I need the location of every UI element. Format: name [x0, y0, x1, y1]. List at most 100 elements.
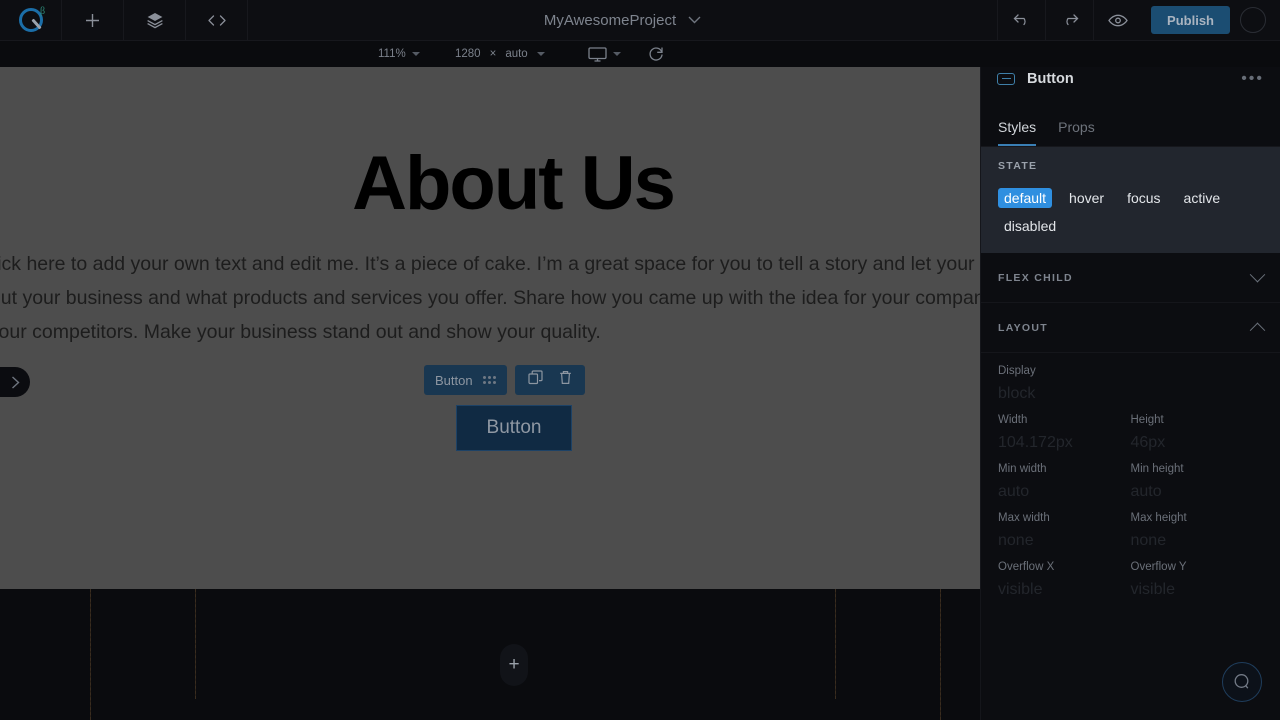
field-value: 46px	[1130, 434, 1166, 451]
state-chip-active[interactable]: active	[1178, 188, 1227, 208]
field-value: auto	[998, 483, 1030, 500]
state-chip-hover[interactable]: hover	[1063, 188, 1110, 208]
refresh-icon	[649, 47, 663, 61]
tab-styles[interactable]: Styles	[998, 119, 1037, 146]
field-display[interactable]: Display block	[998, 365, 1263, 403]
field-label: Min height	[1130, 463, 1184, 475]
layers-button[interactable]	[124, 0, 186, 41]
field-overflow-y[interactable]: Overflow Y visible	[1131, 561, 1264, 599]
add-section-button[interactable]: +	[500, 644, 528, 686]
inspector-panel: Button ••• Styles Props STATE default ho…	[980, 55, 1280, 720]
beta-badge: β	[40, 5, 46, 17]
undo-button[interactable]	[997, 0, 1045, 41]
canvas-width-value: 1280	[455, 48, 481, 60]
redo-button[interactable]	[1045, 0, 1093, 41]
user-avatar[interactable]	[1240, 7, 1266, 33]
zoom-value: 111%	[378, 48, 406, 60]
layers-icon	[146, 13, 163, 29]
field-value: visible	[998, 581, 1043, 598]
canvas-height-value: auto	[505, 48, 528, 60]
section-guide-line	[835, 589, 836, 699]
app-logo-icon	[18, 8, 43, 32]
field-label: Max height	[1130, 512, 1187, 524]
preview-button[interactable]	[1093, 0, 1141, 41]
project-title-area[interactable]: MyAwesomeProject	[248, 12, 997, 29]
help-button[interactable]	[1222, 662, 1262, 702]
field-overflow-x[interactable]: Overflow X visible	[998, 561, 1131, 599]
field-min-height[interactable]: Min height auto	[1131, 463, 1264, 501]
layout-fields: Display block Width 104.172px Height 46p…	[981, 353, 1280, 599]
section-layout-label: LAYOUT	[998, 321, 1048, 334]
top-toolbar: β MyAwesomeProject Publish	[0, 0, 1280, 41]
plus-icon	[86, 13, 99, 27]
field-label: Min width	[998, 463, 1047, 475]
chevron-up-icon	[1249, 322, 1266, 339]
inspector-title: Button	[1027, 70, 1074, 87]
field-value: block	[998, 385, 1036, 402]
field-max-height[interactable]: Max height none	[1131, 512, 1264, 550]
field-label: Display	[998, 365, 1036, 377]
field-height[interactable]: Height 46px	[1131, 414, 1264, 452]
button-element-icon	[997, 72, 1015, 85]
device-selector[interactable]	[588, 46, 621, 62]
state-chip-default[interactable]: default	[998, 188, 1053, 208]
zoom-control[interactable]: 111%	[378, 48, 420, 60]
refresh-canvas-button[interactable]	[648, 46, 664, 62]
open-left-panel-button[interactable]	[0, 367, 30, 397]
inspector-tabs: Styles Props	[981, 102, 1280, 147]
publish-button[interactable]: Publish	[1151, 6, 1230, 34]
eye-icon	[1107, 14, 1128, 26]
section-guide-line	[195, 589, 196, 699]
field-label: Width	[998, 414, 1028, 426]
canvas-size-control[interactable]: 1280 × auto	[455, 48, 545, 60]
field-max-width[interactable]: Max width none	[998, 512, 1131, 550]
field-value: auto	[1130, 483, 1162, 500]
element-name-label: Button	[435, 372, 473, 388]
dimension-separator: ×	[489, 48, 497, 60]
chevron-down-icon	[688, 16, 701, 24]
project-title: MyAwesomeProject	[543, 11, 677, 29]
help-chat-icon	[1234, 674, 1249, 689]
trash-icon	[559, 371, 571, 384]
field-label: Max width	[998, 512, 1050, 524]
section-guide-line	[940, 589, 941, 720]
page-heading[interactable]: About Us	[0, 140, 1026, 227]
chevron-down-icon	[411, 52, 420, 56]
code-view-button[interactable]	[186, 0, 248, 41]
section-guide-line	[90, 589, 91, 720]
state-chip-focus[interactable]: focus	[1121, 188, 1166, 208]
field-label: Height	[1130, 414, 1164, 426]
chevron-down-icon	[536, 52, 545, 56]
more-options-button[interactable]: •••	[1241, 70, 1264, 88]
tab-props[interactable]: Props	[1058, 119, 1095, 146]
field-label: Overflow Y	[1130, 561, 1187, 573]
field-value: none	[998, 532, 1034, 549]
app-logo-button[interactable]: β	[0, 0, 62, 41]
drag-handle-icon[interactable]	[482, 376, 496, 384]
canvas-button-element[interactable]: Button	[456, 405, 572, 451]
field-value: visible	[1130, 581, 1175, 598]
delete-button[interactable]	[559, 370, 572, 390]
desktop-icon	[588, 46, 607, 62]
add-element-button[interactable]	[62, 0, 124, 41]
state-section-label: STATE	[998, 160, 1038, 172]
redo-icon	[1065, 14, 1078, 26]
duplicate-button[interactable]	[527, 370, 543, 390]
undo-icon	[1013, 14, 1026, 26]
chevron-down-icon	[1249, 266, 1266, 283]
section-flex-child-label: FLEX CHILD	[998, 271, 1073, 284]
field-value: 104.172px	[998, 434, 1073, 451]
section-layout[interactable]: LAYOUT	[981, 303, 1280, 353]
chevron-down-icon	[613, 52, 621, 56]
state-section: STATE default hover focus active disable…	[981, 147, 1280, 253]
element-label-chip[interactable]: Button	[424, 365, 507, 395]
element-floating-toolbar: Button	[424, 365, 585, 395]
duplicate-icon	[527, 370, 543, 385]
field-value: none	[1130, 532, 1167, 549]
element-actions	[514, 365, 585, 395]
state-chip-disabled[interactable]: disabled	[998, 216, 1062, 236]
field-width[interactable]: Width 104.172px	[998, 414, 1131, 452]
state-options: default hover focus active disabled	[998, 188, 1263, 236]
section-flex-child[interactable]: FLEX CHILD	[981, 253, 1280, 303]
field-min-width[interactable]: Min width auto	[998, 463, 1131, 501]
